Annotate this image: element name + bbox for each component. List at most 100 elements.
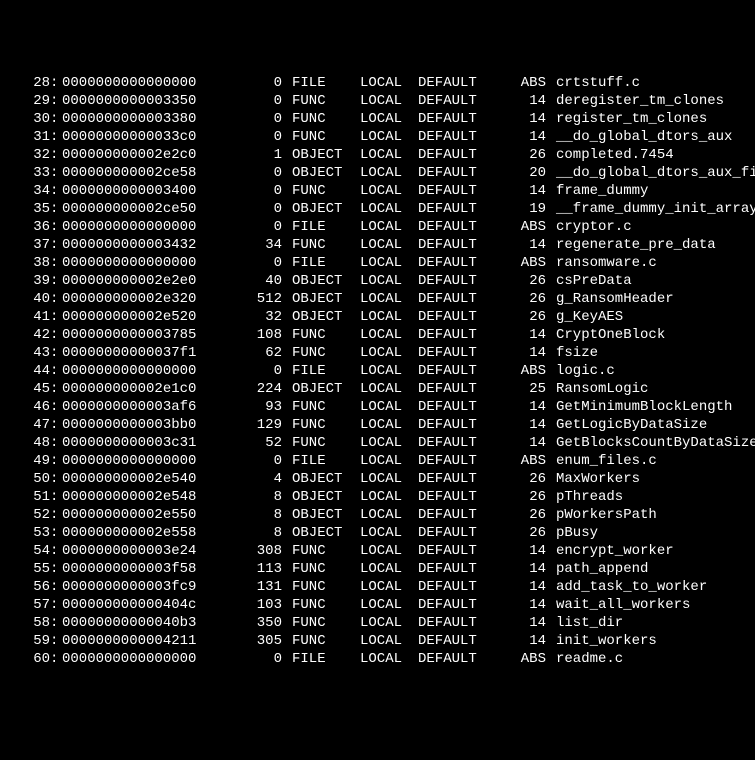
symbol-name: deregister_tm_clones bbox=[546, 92, 755, 110]
symbol-size: 0 bbox=[222, 110, 282, 128]
symbol-visibility: DEFAULT bbox=[418, 560, 498, 578]
symbol-size: 0 bbox=[222, 128, 282, 146]
colon-separator: : bbox=[50, 74, 62, 92]
symbol-name: register_tm_clones bbox=[546, 110, 755, 128]
colon-separator: : bbox=[50, 488, 62, 506]
symbol-value: 0000000000003f58 bbox=[62, 560, 222, 578]
colon-separator: : bbox=[50, 416, 62, 434]
symbol-row: 51:000000000002e5488OBJECTLOCALDEFAULT26… bbox=[0, 488, 755, 506]
symbol-value: 0000000000003af6 bbox=[62, 398, 222, 416]
symbol-row: 55:0000000000003f58113FUNCLOCALDEFAULT14… bbox=[0, 560, 755, 578]
symbol-ndx: 26 bbox=[498, 524, 546, 542]
symbol-type: FUNC bbox=[282, 632, 350, 650]
symbol-size: 8 bbox=[222, 506, 282, 524]
symbol-type: OBJECT bbox=[282, 380, 350, 398]
symbol-size: 103 bbox=[222, 596, 282, 614]
symbol-num: 34 bbox=[0, 182, 50, 200]
symbol-ndx: ABS bbox=[498, 218, 546, 236]
symbol-num: 45 bbox=[0, 380, 50, 398]
symbol-ndx: 14 bbox=[498, 236, 546, 254]
symbol-value: 0000000000003400 bbox=[62, 182, 222, 200]
symbol-size: 1 bbox=[222, 146, 282, 164]
colon-separator: : bbox=[50, 254, 62, 272]
colon-separator: : bbox=[50, 272, 62, 290]
symbol-ndx: 26 bbox=[498, 272, 546, 290]
symbol-bind: LOCAL bbox=[350, 344, 418, 362]
symbol-bind: LOCAL bbox=[350, 308, 418, 326]
symbol-name: readme.c bbox=[546, 650, 755, 668]
symbol-type: FILE bbox=[282, 452, 350, 470]
symbol-row: 46:0000000000003af693FUNCLOCALDEFAULT14G… bbox=[0, 398, 755, 416]
symbol-ndx: 14 bbox=[498, 434, 546, 452]
symbol-visibility: DEFAULT bbox=[418, 326, 498, 344]
symbol-size: 129 bbox=[222, 416, 282, 434]
symbol-ndx: 14 bbox=[498, 398, 546, 416]
symbol-type: OBJECT bbox=[282, 290, 350, 308]
symbol-num: 41 bbox=[0, 308, 50, 326]
symbol-bind: LOCAL bbox=[350, 596, 418, 614]
symbol-size: 0 bbox=[222, 164, 282, 182]
symbol-value: 000000000002e548 bbox=[62, 488, 222, 506]
symbol-row: 41:000000000002e52032OBJECTLOCALDEFAULT2… bbox=[0, 308, 755, 326]
symbol-type: OBJECT bbox=[282, 272, 350, 290]
symbol-ndx: 20 bbox=[498, 164, 546, 182]
symbol-name: regenerate_pre_data bbox=[546, 236, 755, 254]
symbol-value: 0000000000003432 bbox=[62, 236, 222, 254]
symbol-value: 0000000000003bb0 bbox=[62, 416, 222, 434]
symbol-row: 56:0000000000003fc9131FUNCLOCALDEFAULT14… bbox=[0, 578, 755, 596]
symbol-type: FUNC bbox=[282, 614, 350, 632]
symbol-size: 0 bbox=[222, 182, 282, 200]
symbol-size: 4 bbox=[222, 470, 282, 488]
symbol-visibility: DEFAULT bbox=[418, 74, 498, 92]
symbol-ndx: ABS bbox=[498, 452, 546, 470]
symbol-size: 40 bbox=[222, 272, 282, 290]
symbol-bind: LOCAL bbox=[350, 182, 418, 200]
symbol-size: 308 bbox=[222, 542, 282, 560]
symbol-value: 00000000000040b3 bbox=[62, 614, 222, 632]
symbol-visibility: DEFAULT bbox=[418, 632, 498, 650]
symbol-name: MaxWorkers bbox=[546, 470, 755, 488]
symbol-row: 39:000000000002e2e040OBJECTLOCALDEFAULT2… bbox=[0, 272, 755, 290]
symbol-num: 40 bbox=[0, 290, 50, 308]
symbol-ndx: ABS bbox=[498, 650, 546, 668]
symbol-num: 59 bbox=[0, 632, 50, 650]
symbol-type: FUNC bbox=[282, 434, 350, 452]
symbol-bind: LOCAL bbox=[350, 200, 418, 218]
symbol-name: __do_global_dtors_aux bbox=[546, 128, 755, 146]
symbol-visibility: DEFAULT bbox=[418, 416, 498, 434]
symbol-bind: LOCAL bbox=[350, 578, 418, 596]
symbol-ndx: 14 bbox=[498, 578, 546, 596]
symbol-bind: LOCAL bbox=[350, 542, 418, 560]
symbol-row: 53:000000000002e5588OBJECTLOCALDEFAULT26… bbox=[0, 524, 755, 542]
symbol-type: FUNC bbox=[282, 326, 350, 344]
symbol-ndx: 14 bbox=[498, 92, 546, 110]
symbol-value: 000000000002e2c0 bbox=[62, 146, 222, 164]
symbol-name: pThreads bbox=[546, 488, 755, 506]
symbol-name: __do_global_dtors_aux_fin bbox=[546, 164, 755, 182]
symbol-type: FUNC bbox=[282, 398, 350, 416]
symbol-name: enum_files.c bbox=[546, 452, 755, 470]
symbol-ndx: 14 bbox=[498, 182, 546, 200]
symbol-bind: LOCAL bbox=[350, 560, 418, 578]
symbol-type: FUNC bbox=[282, 344, 350, 362]
symbol-num: 60 bbox=[0, 650, 50, 668]
symbol-row: 38:00000000000000000FILELOCALDEFAULTABSr… bbox=[0, 254, 755, 272]
symbol-visibility: DEFAULT bbox=[418, 470, 498, 488]
symbol-value: 0000000000003380 bbox=[62, 110, 222, 128]
symbol-value: 0000000000000000 bbox=[62, 74, 222, 92]
symbol-ndx: ABS bbox=[498, 362, 546, 380]
symbol-row: 37:000000000000343234FUNCLOCALDEFAULT14r… bbox=[0, 236, 755, 254]
symbol-visibility: DEFAULT bbox=[418, 254, 498, 272]
symbol-name: add_task_to_worker bbox=[546, 578, 755, 596]
symbol-visibility: DEFAULT bbox=[418, 290, 498, 308]
symbol-name: crtstuff.c bbox=[546, 74, 755, 92]
symbol-row: 57:000000000000404c103FUNCLOCALDEFAULT14… bbox=[0, 596, 755, 614]
symbol-row: 34:00000000000034000FUNCLOCALDEFAULT14fr… bbox=[0, 182, 755, 200]
symbol-num: 43 bbox=[0, 344, 50, 362]
colon-separator: : bbox=[50, 362, 62, 380]
symbol-num: 52 bbox=[0, 506, 50, 524]
symbol-num: 37 bbox=[0, 236, 50, 254]
symbol-value: 0000000000003e24 bbox=[62, 542, 222, 560]
symbol-visibility: DEFAULT bbox=[418, 92, 498, 110]
symbol-value: 0000000000000000 bbox=[62, 452, 222, 470]
